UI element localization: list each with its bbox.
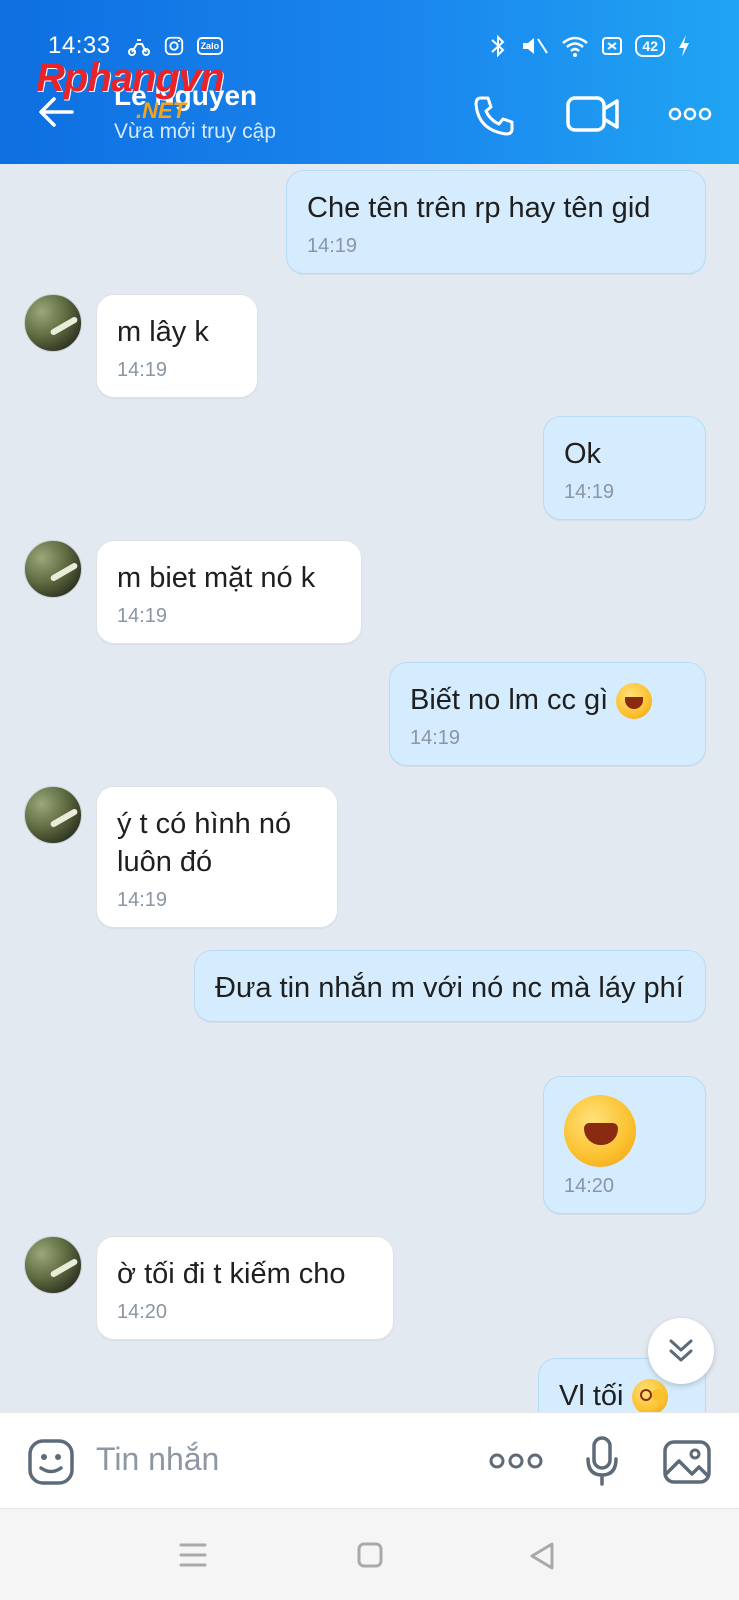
voice-message-button[interactable] bbox=[584, 1435, 620, 1492]
video-camera-icon bbox=[566, 96, 619, 132]
sticker-icon bbox=[28, 1439, 74, 1485]
call-button[interactable] bbox=[472, 94, 516, 143]
message-bubble-incoming[interactable]: ý t có hình nó luôn đó 14:19 bbox=[96, 786, 338, 928]
status-time: 14:33 bbox=[48, 32, 111, 59]
laughing-emoji-icon bbox=[564, 1095, 636, 1167]
message-bubble-incoming[interactable]: m biet mặt nó k 14:19 bbox=[96, 540, 362, 644]
message-time: 14:19 bbox=[307, 235, 358, 257]
video-call-button[interactable] bbox=[566, 94, 620, 139]
message-text: ờ tối đi t kiếm cho bbox=[117, 1258, 346, 1290]
more-dots-icon bbox=[489, 1453, 543, 1469]
more-input-options-button[interactable] bbox=[488, 1451, 544, 1476]
arrow-left-icon bbox=[39, 97, 74, 127]
message-bubble-outgoing[interactable]: Đưa tin nhắn m với nó nc mà láy phí bbox=[194, 950, 706, 1022]
nav-back-button[interactable] bbox=[528, 1541, 556, 1576]
avatar[interactable] bbox=[24, 294, 82, 352]
chevron-double-down-icon bbox=[669, 1339, 693, 1362]
message-time: 14:19 bbox=[117, 359, 168, 381]
system-navigation-bar bbox=[0, 1508, 739, 1600]
mute-icon bbox=[523, 38, 549, 54]
message-time: 14:20 bbox=[564, 1175, 615, 1197]
message-bubble-outgoing[interactable]: Biết no lm cc gì 14:19 bbox=[389, 662, 706, 767]
message-bubble-incoming[interactable]: m lây k 14:19 bbox=[96, 294, 258, 398]
charging-icon bbox=[679, 35, 689, 57]
message-text: Vl tối bbox=[559, 1380, 624, 1412]
nav-home-button[interactable] bbox=[356, 1541, 384, 1574]
more-dots-icon bbox=[668, 107, 712, 121]
message-text: Ok bbox=[564, 438, 602, 470]
message-bubble-outgoing[interactable]: Che tên trên rp hay tên gid 14:19 bbox=[286, 170, 706, 274]
chat-area[interactable]: Che tên trên rp hay tên gid 14:19 m lây … bbox=[0, 164, 739, 1412]
laughing-emoji-icon bbox=[616, 683, 653, 720]
message-text: m biet mặt nó k bbox=[117, 562, 316, 594]
message-input[interactable]: Tin nhắn bbox=[96, 1441, 219, 1478]
message-text: m lây k bbox=[117, 316, 209, 348]
instagram-icon bbox=[164, 36, 183, 56]
message-bubble-incoming[interactable]: ờ tối đi t kiếm cho 14:20 bbox=[96, 1236, 394, 1340]
more-options-button[interactable] bbox=[668, 106, 712, 127]
delivery-bike-icon bbox=[127, 39, 150, 56]
message-time: 14:20 bbox=[117, 1301, 168, 1323]
message-text: Che tên trên rp hay tên gid bbox=[307, 192, 651, 224]
status-right-icons: 42 bbox=[489, 34, 691, 58]
menu-icon bbox=[179, 1543, 207, 1567]
bluetooth-icon bbox=[491, 34, 505, 58]
chat-header: 14:33 Zalo 42 Le Nguyen Vừa mới truy cập… bbox=[0, 0, 739, 164]
avatar[interactable] bbox=[24, 786, 82, 844]
message-time: 14:19 bbox=[117, 605, 168, 627]
avatar[interactable] bbox=[24, 540, 82, 598]
message-text: Biết no lm cc gì bbox=[410, 684, 609, 716]
contact-status: Vừa mới truy cập bbox=[114, 120, 277, 143]
home-square-icon bbox=[357, 1542, 383, 1568]
message-time: 14:19 bbox=[410, 727, 461, 750]
back-button[interactable] bbox=[36, 92, 76, 132]
message-bubble-outgoing[interactable]: Ok 14:19 bbox=[543, 416, 706, 520]
wifi-icon bbox=[562, 36, 589, 57]
message-text: ý t có hình nó luôn đó bbox=[117, 808, 292, 878]
sim-off-icon bbox=[602, 37, 623, 55]
battery-indicator: 42 bbox=[635, 35, 665, 57]
dizzy-emoji-icon bbox=[631, 1379, 668, 1412]
back-triangle-icon bbox=[530, 1542, 554, 1570]
message-time: 14:19 bbox=[564, 481, 615, 503]
sticker-button[interactable] bbox=[26, 1437, 76, 1492]
image-icon bbox=[663, 1440, 711, 1484]
status-bar: 14:33 Zalo 42 bbox=[48, 28, 691, 64]
send-image-button[interactable] bbox=[662, 1439, 712, 1490]
zalo-icon: Zalo bbox=[196, 37, 224, 55]
scroll-to-bottom-button[interactable] bbox=[648, 1318, 714, 1384]
microphone-icon bbox=[586, 1436, 618, 1486]
message-bubble-outgoing[interactable]: 14:20 bbox=[543, 1076, 706, 1214]
phone-icon bbox=[474, 96, 514, 136]
message-time: 14:19 bbox=[117, 889, 168, 911]
avatar[interactable] bbox=[24, 1236, 82, 1294]
nav-menu-button[interactable] bbox=[178, 1541, 208, 1574]
message-text: Đưa tin nhắn m với nó nc mà láy phí bbox=[215, 972, 684, 1004]
message-input-bar: Tin nhắn bbox=[0, 1412, 739, 1508]
contact-name[interactable]: Le Nguyen bbox=[114, 80, 257, 112]
status-left-icons: Zalo bbox=[127, 34, 224, 58]
